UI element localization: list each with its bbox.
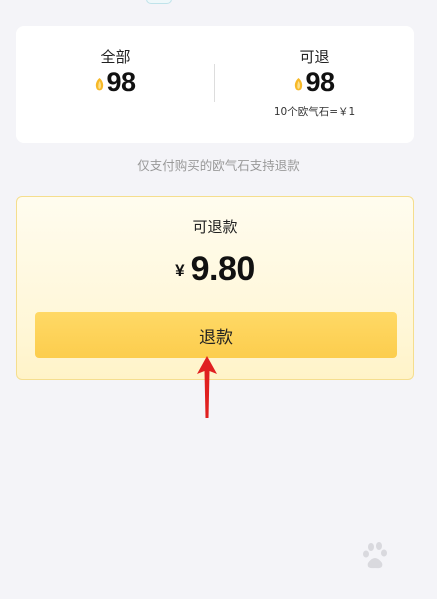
refund-policy-note: 仅支付购买的欧气石支持退款 — [137, 158, 300, 173]
currency-symbol: ¥ — [175, 261, 185, 280]
refundable-amount: 98 — [305, 66, 335, 97]
refundable-amount-row: 98 — [215, 66, 414, 98]
refund-amount: 9.80 — [190, 249, 256, 288]
total-balance-column: 全部 98 — [16, 26, 215, 143]
refundable-balance-column: 可退 98 10个欧气石=￥1 — [215, 26, 414, 143]
refund-amount-row: ¥ 9.80 — [17, 249, 413, 289]
baidu-jingyan-watermark — [363, 542, 387, 569]
refund-label: 可退款 — [192, 218, 238, 236]
refund-button[interactable]: 退款 — [35, 312, 397, 358]
red-arrow-icon — [197, 356, 217, 418]
gold-coin-icon — [95, 77, 104, 91]
total-label: 全部 — [100, 48, 131, 66]
refundable-label: 可退 — [299, 48, 330, 66]
total-amount: 98 — [106, 66, 136, 97]
refund-card: 可退款 ¥ 9.80 退款 — [16, 196, 414, 380]
exchange-rate-text: 10个欧气石=￥1 — [273, 106, 356, 118]
top-tab-fragment — [146, 0, 172, 4]
balance-card: 全部 98 可退 98 10个欧气石=￥1 — [16, 26, 414, 143]
gold-coin-icon — [294, 77, 303, 91]
total-amount-row: 98 — [16, 66, 215, 98]
